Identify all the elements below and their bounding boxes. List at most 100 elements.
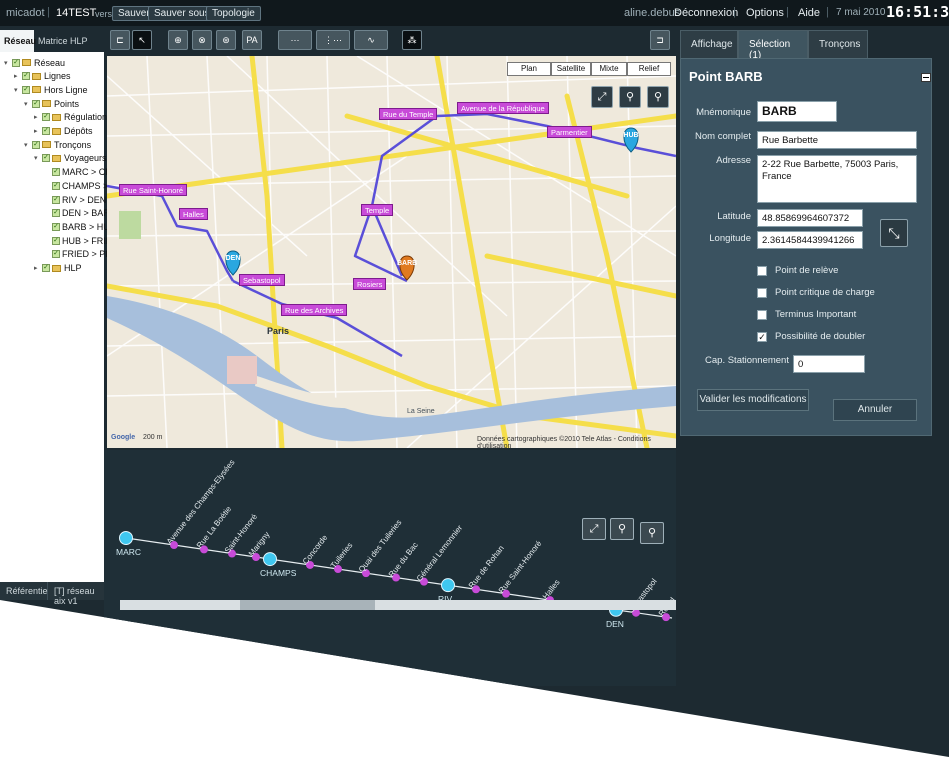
map-stop-label[interactable]: Rue des Archives	[281, 304, 348, 316]
checkbox[interactable]: ✓	[52, 181, 60, 190]
add-segment-icon[interactable]: ⋯	[278, 30, 312, 50]
pin-den[interactable]: DEN	[223, 255, 243, 262]
checkbox[interactable]: ✓	[32, 140, 40, 149]
checkbox[interactable]: ✓	[22, 85, 30, 94]
expand-toggle-icon[interactable]: ▸	[34, 127, 42, 135]
route-segment-icon[interactable]: ∿	[354, 30, 388, 50]
edit-point-icon[interactable]: ⊛	[216, 30, 236, 50]
expand-toggle-icon[interactable]: ▾	[14, 86, 22, 94]
capacity-field[interactable]: 0	[793, 355, 865, 373]
tree-node[interactable]: ▸ ✓ Lignes	[14, 70, 71, 83]
map-stop-label[interactable]: Rue Saint-Honoré	[119, 184, 188, 196]
locate-on-map-icon[interactable]: ⤡	[880, 219, 908, 247]
checkbox[interactable]: ✓	[52, 168, 60, 177]
latitude-field[interactable]: 48.85869964607372	[757, 209, 863, 227]
expand-toggle-icon[interactable]: ▾	[4, 59, 12, 67]
pin-hub[interactable]: HUB	[621, 132, 641, 139]
checkbox-box[interactable]	[757, 287, 767, 298]
horizontal-scrollbar[interactable]	[120, 600, 676, 610]
pa-button[interactable]: PA	[242, 30, 262, 50]
option-checkbox[interactable]: Point de relève	[757, 265, 838, 276]
checkbox[interactable]: ✓	[52, 209, 60, 218]
tree-node[interactable]: ✓ RIV > DEN	[44, 193, 106, 206]
address-field[interactable]: 2-22 Rue Barbette, 75003 Paris, France	[757, 155, 917, 203]
dock-panel-icon[interactable]: ⊐	[650, 30, 670, 50]
options-link[interactable]: Options	[746, 7, 784, 19]
move-point-icon[interactable]: ⊗	[192, 30, 212, 50]
expand-toggle-icon[interactable]: ▾	[34, 154, 42, 162]
expand-toggle-icon[interactable]: ▾	[24, 100, 32, 108]
checkbox[interactable]: ✓	[32, 99, 40, 108]
tab-matrice-hlp[interactable]: Matrice HLP	[34, 30, 104, 52]
tab-reseau[interactable]: Réseau	[0, 30, 36, 52]
tree-node-label: Points	[54, 98, 80, 109]
map-stop-label[interactable]: Parmentier	[547, 126, 592, 138]
tree-node[interactable]: ✓ BARB > HUB	[44, 220, 116, 233]
map-stop-label[interactable]: Rue du Temple	[379, 108, 438, 120]
fit-extent-icon[interactable]: ⤢	[591, 86, 613, 108]
maptype-relief[interactable]: Relief	[627, 62, 671, 76]
split-segment-icon[interactable]: ⋮⋯	[316, 30, 350, 50]
tree-node[interactable]: ▾ ✓ Points	[24, 97, 79, 110]
topology-button[interactable]: Topologie	[206, 6, 261, 21]
tab-referentiel[interactable]: Référentiel	[0, 582, 50, 600]
select-pointer-icon[interactable]: ↖	[132, 30, 152, 50]
network-nodes-icon[interactable]: ⁂	[402, 30, 422, 50]
expand-toggle-icon[interactable]: ▸	[14, 72, 22, 80]
panel-toggle-icon[interactable]: ⊏	[110, 30, 130, 50]
expand-toggle-icon[interactable]: ▾	[24, 141, 32, 149]
map-stop-label[interactable]: Halles	[179, 208, 208, 220]
validate-button[interactable]: Valider les modifications	[697, 389, 809, 411]
fullname-field[interactable]: Rue Barbette	[757, 131, 917, 149]
checkbox[interactable]: ✓	[42, 154, 50, 163]
logout-link[interactable]: Déconnexion	[674, 7, 738, 19]
tree-node[interactable]: ▾ ✓ Réseau	[4, 56, 65, 69]
zoom-in-icon[interactable]: ⚲	[619, 86, 641, 108]
checkbox[interactable]: ✓	[12, 58, 20, 67]
map-view[interactable]: Plan Satellite Mixte Relief ⤢ ⚲ ⚲ Avenue…	[107, 56, 676, 448]
checkbox-box[interactable]	[757, 265, 767, 276]
scrollbar-thumb[interactable]	[240, 600, 375, 610]
map-stop-label[interactable]: Sebastopol	[239, 274, 285, 286]
tree-node[interactable]: ▾ ✓ Tronçons	[24, 138, 91, 151]
folder-icon	[22, 59, 31, 66]
add-point-icon[interactable]: ⊕	[168, 30, 188, 50]
collapse-icon[interactable]	[921, 73, 931, 82]
tree-node[interactable]: ✓ DEN > BARB	[44, 207, 116, 220]
zoom-out-icon[interactable]: ⚲	[647, 86, 669, 108]
map-stop-label[interactable]: Avenue de la République	[457, 102, 549, 114]
checkbox[interactable]: ✓	[42, 264, 50, 272]
checkbox-box[interactable]: ✓	[757, 331, 767, 342]
map-stop-label[interactable]: Rosiers	[353, 278, 387, 290]
option-checkbox[interactable]: ✓ Possibilité de doubler	[757, 331, 865, 342]
tree-node[interactable]: ▸ ✓ HLP	[34, 262, 82, 275]
map-stop-label[interactable]: Temple	[361, 204, 394, 216]
checkbox[interactable]: ✓	[22, 72, 30, 81]
expand-toggle-icon[interactable]: ▸	[34, 113, 42, 121]
checkbox[interactable]: ✓	[52, 236, 60, 245]
checkbox[interactable]: ✓	[52, 195, 60, 204]
checkbox[interactable]: ✓	[42, 127, 50, 135]
cancel-button[interactable]: Annuler	[833, 399, 917, 421]
maptype-mixte[interactable]: Mixte	[591, 62, 627, 76]
tree-node[interactable]: ▸ ✓ Régulation	[34, 111, 107, 124]
maptype-plan[interactable]: Plan	[507, 62, 551, 76]
mnemonic-field[interactable]: BARB	[757, 101, 837, 122]
longitude-field[interactable]: 2.3614584439941266	[757, 231, 863, 249]
checkbox[interactable]: ✓	[52, 250, 60, 259]
pin-barb[interactable]: BARB	[397, 260, 417, 267]
option-checkbox[interactable]: Terminus Important	[757, 309, 856, 320]
tab-troncons[interactable]: Tronçons	[808, 30, 868, 58]
tree-node[interactable]: ▾ ✓ Voyageurs	[34, 152, 107, 165]
checkbox[interactable]: ✓	[42, 113, 50, 122]
option-checkbox[interactable]: Point critique de charge	[757, 287, 875, 298]
expand-toggle-icon[interactable]: ▸	[34, 264, 42, 272]
maptype-satellite[interactable]: Satellite	[551, 62, 591, 76]
tab-affichage[interactable]: Affichage	[680, 30, 738, 58]
tree-node[interactable]: ▸ ✓ Dépôts	[34, 125, 93, 138]
tab-selection[interactable]: Sélection (1)	[738, 30, 808, 61]
checkbox-box[interactable]	[757, 309, 767, 320]
help-link[interactable]: Aide	[798, 7, 820, 19]
checkbox[interactable]: ✓	[52, 222, 60, 231]
tree-node[interactable]: ▾ ✓ Hors Ligne	[14, 83, 88, 96]
